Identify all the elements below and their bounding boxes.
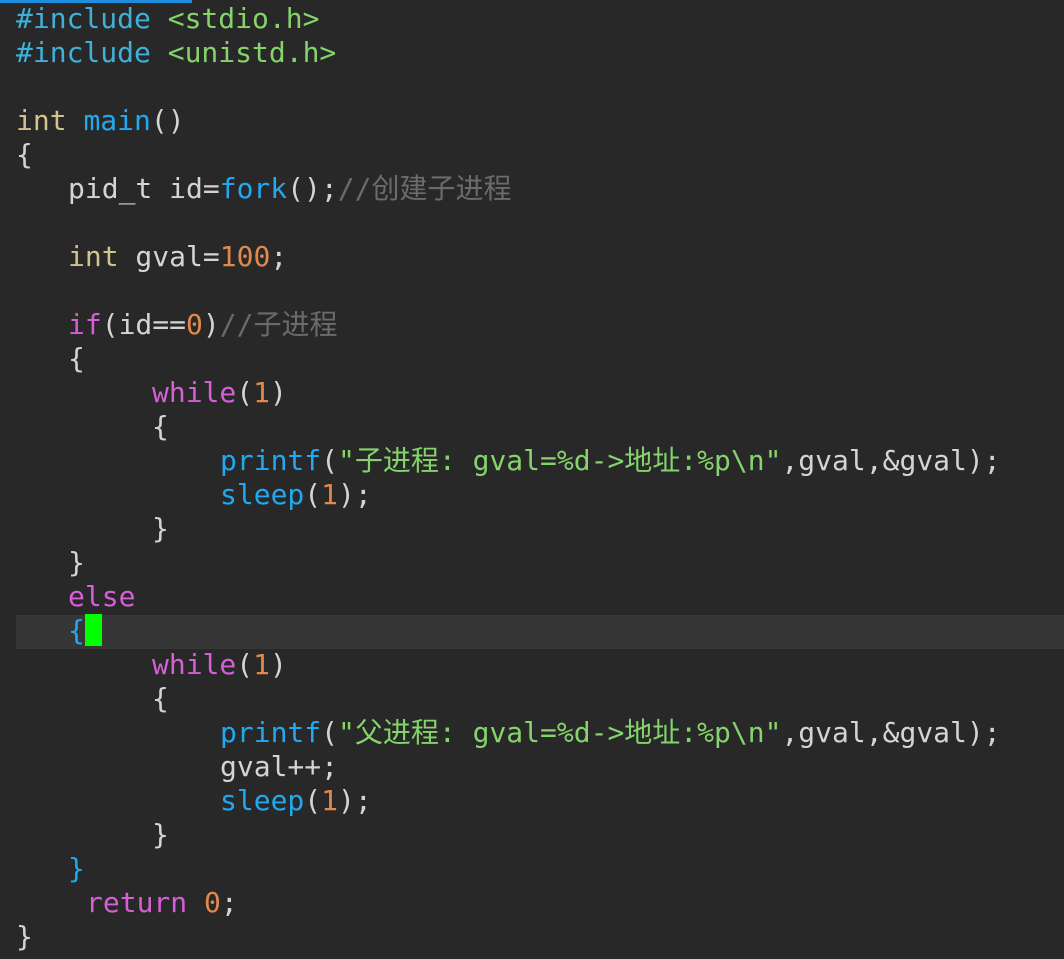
parens: () [150, 104, 185, 137]
code-line-14: printf("子进程: gval=%d->地址:%p\n",gval,&gva… [220, 444, 1001, 478]
matching-brace: { [68, 614, 85, 647]
control-keyword: while [152, 376, 237, 409]
number-literal: 1 [321, 784, 339, 817]
code-line-25: } [152, 818, 169, 852]
code-text: (); [287, 172, 338, 205]
code-editor[interactable]: #include <stdio.h> #include <unistd.h> i… [0, 0, 1064, 959]
code-line-6: pid_t id=fork();//创建子进程 [68, 172, 511, 206]
code-line-21: { [152, 682, 169, 716]
preprocessor-keyword: #include [16, 2, 151, 35]
code-line-10: if(id==0)//子进程 [68, 308, 337, 342]
code-line-28: } [16, 920, 33, 954]
code-text: ; [220, 886, 238, 919]
code-line-5: { [16, 138, 33, 172]
type-keyword: int [16, 104, 67, 137]
code-line-15: sleep(1); [220, 478, 372, 512]
string-literal: "子进程: gval=%d->地址:%p\n" [338, 444, 782, 477]
number-literal: 1 [321, 478, 339, 511]
code-text: ( [321, 444, 339, 477]
code-text: ); [338, 478, 372, 511]
code-text: ( [304, 478, 322, 511]
comment: //创建子进程 [337, 172, 512, 205]
code-line-19: { [68, 614, 102, 648]
code-line-18: else [68, 580, 135, 614]
code-text: ( [236, 648, 254, 681]
number-literal: 1 [253, 648, 271, 681]
preprocessor-keyword: #include [16, 36, 151, 69]
code-text: (id== [101, 308, 187, 341]
code-text: ) [270, 376, 287, 409]
control-keyword: return [86, 886, 188, 919]
brace: { [68, 342, 85, 375]
function-call: printf [220, 716, 322, 749]
string-literal: "父进程: gval=%d->地址:%p\n" [338, 716, 782, 749]
code-line-20: while(1) [152, 648, 287, 682]
type-keyword: int [68, 240, 119, 273]
code-text: ) [202, 308, 220, 341]
function-call: printf [220, 444, 322, 477]
code-line-23: gval++; [220, 750, 338, 784]
number-literal: 1 [253, 376, 271, 409]
function-call: sleep [220, 784, 305, 817]
code-line-1: #include <stdio.h> [16, 2, 319, 36]
code-text: ,gval,&gval); [781, 444, 1001, 477]
function-name: main [83, 104, 151, 137]
code-line-12: while(1) [152, 376, 287, 410]
include-header: <unistd.h> [167, 36, 337, 69]
matching-brace: } [68, 852, 85, 885]
code-line-11: { [68, 342, 85, 376]
brace: { [16, 138, 33, 171]
brace: } [152, 818, 169, 851]
current-line-highlight [16, 615, 1064, 649]
number-literal: 100 [219, 240, 271, 273]
brace: { [152, 410, 169, 443]
code-text: gval++; [220, 750, 339, 783]
function-call: fork [219, 172, 288, 205]
code-line-22: printf("父进程: gval=%d->地址:%p\n",gval,&gva… [220, 716, 1001, 750]
brace: } [68, 546, 85, 579]
include-header: <stdio.h> [167, 2, 320, 35]
code-text: ); [338, 784, 372, 817]
control-keyword: while [152, 648, 237, 681]
code-text: gval= [118, 240, 220, 273]
control-keyword: if [68, 308, 102, 341]
brace: } [16, 920, 33, 953]
code-text: pid_t id= [68, 172, 220, 205]
code-text: ) [270, 648, 287, 681]
code-text: ( [304, 784, 322, 817]
code-line-27: return 0; [86, 886, 238, 920]
brace: } [152, 512, 169, 545]
control-keyword: else [68, 580, 136, 613]
comment: //子进程 [219, 308, 338, 341]
code-text: ( [321, 716, 339, 749]
code-line-2: #include <unistd.h> [16, 36, 336, 70]
number-literal: 0 [186, 308, 203, 341]
code-line-4: int main() [16, 104, 185, 138]
code-text: ( [236, 376, 254, 409]
brace: { [152, 682, 169, 715]
code-line-13: { [152, 410, 169, 444]
text-cursor [84, 614, 102, 646]
code-line-8: int gval=100; [68, 240, 287, 274]
code-line-26: } [68, 852, 85, 886]
code-line-24: sleep(1); [220, 784, 372, 818]
code-line-17: } [68, 546, 85, 580]
number-literal: 0 [204, 886, 221, 919]
code-text: ; [270, 240, 288, 273]
function-call: sleep [220, 478, 305, 511]
code-line-16: } [152, 512, 169, 546]
code-text: ,gval,&gval); [781, 716, 1001, 749]
